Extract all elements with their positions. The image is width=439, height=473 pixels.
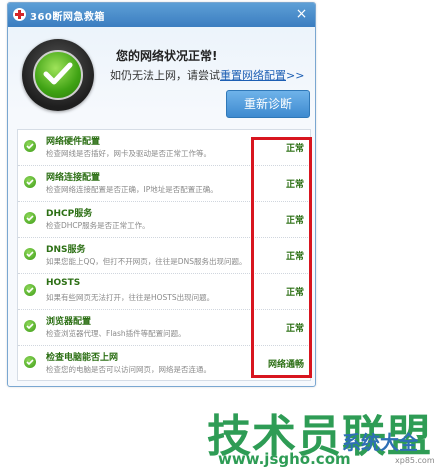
check-row-connection: 网络连接配置 检查网络连接配置是否正确，IP地址是否配置正确。 正常 [18,166,310,202]
close-button[interactable]: × [294,7,309,22]
check-desc: 检查您的电脑是否可以访问网页，网络是否连通。 [46,365,211,374]
check-desc: 检查浏览器代理、Flash插件等配置问题。 [46,329,186,338]
check-ok-icon [24,356,36,368]
check-title: DHCP服务 [46,209,93,219]
check-ok-icon [24,284,36,296]
check-desc: 检查网线是否插好，网卡及驱动是否正常工作等。 [46,149,211,158]
app-cross-icon [13,8,26,21]
check-ok-icon [24,320,36,332]
watermark-url: www.jsgho.com [218,450,351,468]
app-window: 360断网急救箱 × 您的网络状况正常! 如仍无法上网，请尝试重置网络配置>> … [7,2,316,387]
check-ok-icon [24,212,36,224]
reset-network-config-link[interactable]: 重置网络配置 [220,69,286,82]
check-row-hardware: 网络硬件配置 检查网线是否插好，网卡及驱动是否正常工作等。 正常 [18,130,310,166]
check-row-internet: 检查电脑能否上网 检查您的电脑是否可以访问网页，网络是否连通。 网络通畅 [18,346,310,381]
window-title: 360断网急救箱 [30,12,105,23]
watermark-small: xp85.com [395,456,435,465]
check-status: 正常 [285,144,304,154]
check-status: 正常 [285,324,304,334]
status-subtext: 如仍无法上网，请尝试重置网络配置>> [110,67,304,83]
check-desc: 如果您能上QQ，但打不开网页，往往是DNS服务出现问题。 [46,257,247,266]
check-row-dhcp: DHCP服务 检查DHCP服务是否正常工作。 正常 [18,202,310,238]
check-title: DNS服务 [46,245,86,255]
check-status: 正常 [285,180,304,190]
status-sub-prefix: 如仍无法上网，请尝试 [110,69,220,82]
check-title: HOSTS [46,278,81,288]
check-row-hosts: HOSTS 如果有些网页无法打开，往往是HOSTS出现问题。 正常 [18,274,310,310]
check-title: 浏览器配置 [46,317,92,327]
checkmark-icon [33,50,83,100]
check-title: 网络连接配置 [46,173,101,183]
watermark-side-logo: 系统大全 [342,432,419,454]
chevron-right-icon: >> [286,69,305,82]
title-bar[interactable]: 360断网急救箱 × [8,3,315,27]
check-ok-icon [24,176,36,188]
check-status: 正常 [285,252,304,262]
check-title: 网络硬件配置 [46,137,101,147]
check-desc: 检查DHCP服务是否正常工作。 [46,221,150,230]
check-list: 网络硬件配置 检查网线是否插好，网卡及驱动是否正常工作等。 正常 网络连接配置 … [17,129,311,381]
check-desc: 检查网络连接配置是否正确，IP地址是否配置正确。 [46,185,218,194]
rediagnose-button[interactable]: 重新诊断 [226,90,310,118]
check-status: 正常 [285,288,304,298]
check-desc: 如果有些网页无法打开，往往是HOSTS出现问题。 [46,293,215,302]
check-title: 检查电脑能否上网 [46,353,119,363]
check-row-dns: DNS服务 如果您能上QQ，但打不开网页，往往是DNS服务出现问题。 正常 [18,238,310,274]
check-row-browser: 浏览器配置 检查浏览器代理、Flash插件等配置问题。 正常 [18,310,310,346]
check-ok-icon [24,248,36,260]
status-heading: 您的网络状况正常! [116,49,218,63]
status-shield-icon [22,39,94,111]
check-status: 正常 [285,216,304,226]
check-ok-icon [24,140,36,152]
check-status: 网络通畅 [267,360,304,370]
